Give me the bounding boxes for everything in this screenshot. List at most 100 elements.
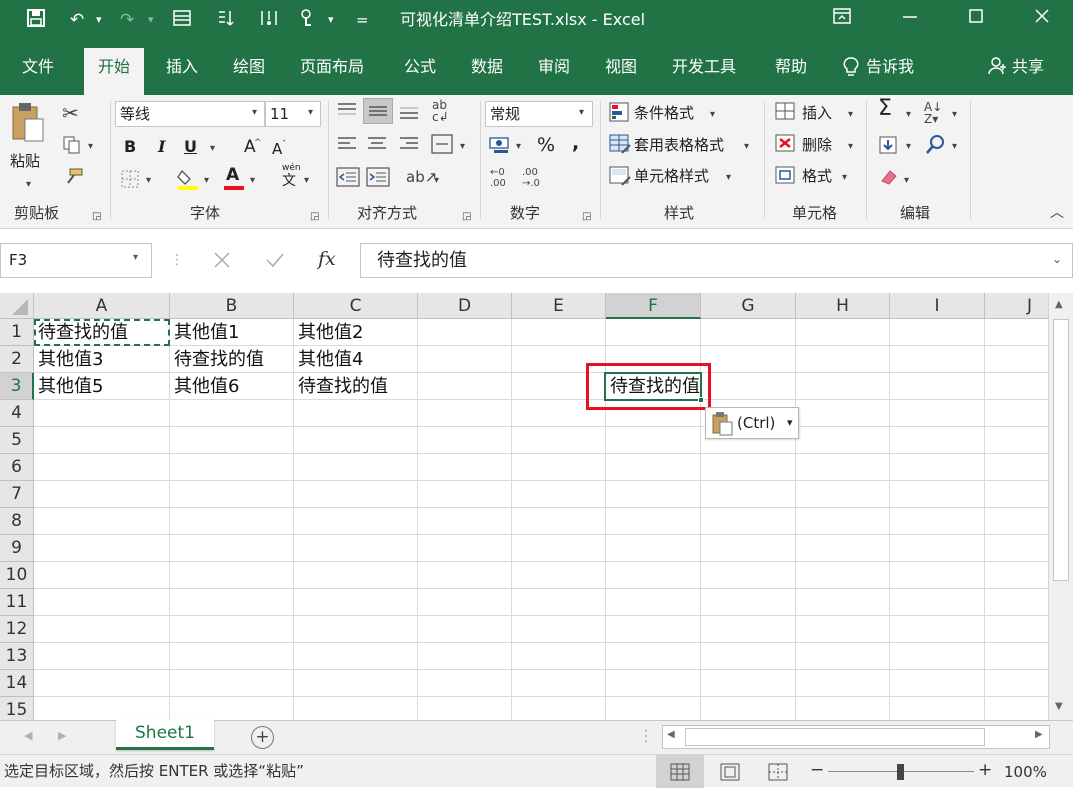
column-header-f[interactable]: F	[606, 293, 701, 319]
align-center-icon[interactable]	[366, 135, 388, 158]
scroll-down-icon[interactable]: ▼	[1055, 701, 1063, 712]
font-size-dropdown-icon[interactable]: ▾	[308, 103, 313, 123]
tab-insert[interactable]: 插入	[166, 56, 198, 78]
delete-dropdown-icon[interactable]: ▾	[848, 137, 853, 157]
cell-c1[interactable]: 其他值2	[294, 320, 363, 346]
align-bottom-icon[interactable]	[398, 103, 420, 126]
align-top-icon[interactable]	[336, 101, 358, 124]
vertical-scroll-thumb[interactable]	[1053, 319, 1069, 581]
align-right-icon[interactable]	[398, 135, 420, 158]
cell-b3[interactable]: 其他值6	[170, 374, 239, 400]
column-header-a[interactable]: A	[34, 293, 170, 319]
increase-decimal-icon[interactable]: ←0.00	[490, 167, 506, 189]
format-cells-icon[interactable]	[774, 165, 798, 192]
customize-qat-icon[interactable]: =	[356, 8, 369, 32]
name-box-dropdown-icon[interactable]: ▾	[133, 252, 138, 263]
page-break-view-icon[interactable]	[768, 763, 788, 785]
share-icon[interactable]	[988, 56, 1006, 82]
tab-help[interactable]: 帮助	[775, 56, 807, 78]
tab-split-grip-icon[interactable]: ⋮	[638, 726, 654, 745]
borders-dropdown-icon[interactable]: ▾	[146, 171, 151, 191]
worksheet-grid[interactable]: A B C D E F G H I J 1 2 3 4 5 6 7 8 9 10…	[0, 293, 1048, 720]
paste-dropdown-icon[interactable]: ▾	[26, 175, 31, 195]
next-sheet-icon[interactable]: ▶	[58, 729, 66, 742]
conditional-formatting-icon[interactable]	[608, 101, 632, 128]
format-dropdown-icon[interactable]: ▾	[842, 168, 847, 188]
format-painter-icon[interactable]	[62, 167, 84, 192]
sort-icon[interactable]	[216, 8, 236, 35]
clipboard-launcher-icon[interactable]: ◲	[92, 207, 101, 227]
shrink-font-button[interactable]: A	[272, 139, 282, 159]
tab-page-layout[interactable]: 页面布局	[300, 56, 364, 78]
zoom-level[interactable]: 100%	[1004, 762, 1047, 782]
autosum-dropdown-icon[interactable]: ▾	[906, 105, 911, 125]
decrease-indent-icon[interactable]	[336, 167, 360, 192]
format-cells-button[interactable]: 格式	[802, 166, 832, 186]
conditional-formatting-button[interactable]: 条件格式	[634, 103, 694, 123]
undo-dropdown-icon[interactable]: ▾	[96, 8, 102, 32]
column-header-g[interactable]: G	[701, 293, 796, 319]
copy-icon[interactable]	[62, 135, 84, 160]
sheet-tab-sheet1[interactable]: Sheet1	[116, 720, 214, 750]
row-header-2[interactable]: 2	[0, 346, 34, 373]
paste-button[interactable]: 粘贴	[10, 151, 40, 171]
select-all-corner[interactable]	[0, 293, 34, 319]
fill-color-dropdown-icon[interactable]: ▾	[204, 171, 209, 191]
bold-button[interactable]: B	[124, 137, 136, 157]
close-icon[interactable]	[1034, 6, 1050, 32]
comma-style-button[interactable]: ,	[572, 133, 579, 153]
tab-developer[interactable]: 开发工具	[672, 56, 736, 78]
zoom-in-button[interactable]: +	[978, 760, 992, 780]
save-icon[interactable]	[26, 8, 46, 35]
row-header-1[interactable]: 1	[0, 319, 34, 346]
align-left-icon[interactable]	[336, 135, 358, 158]
tab-view[interactable]: 视图	[605, 56, 637, 78]
column-header-h[interactable]: H	[796, 293, 890, 319]
wrap-text-icon[interactable]: ab c↲	[432, 99, 449, 123]
expand-formula-bar-icon[interactable]: ⌄	[1052, 252, 1062, 266]
column-header-i[interactable]: I	[890, 293, 985, 319]
column-header-b[interactable]: B	[170, 293, 294, 319]
insert-function-button[interactable]: fx	[318, 246, 336, 272]
form-icon[interactable]	[172, 8, 192, 35]
tell-me-search[interactable]: 告诉我	[866, 56, 914, 78]
row-header-9[interactable]: 9	[0, 535, 34, 562]
minimize-icon[interactable]	[902, 6, 918, 32]
touch-mode-icon[interactable]	[298, 8, 316, 35]
font-color-button[interactable]: A	[226, 165, 239, 185]
column-header-e[interactable]: E	[512, 293, 606, 319]
cell-a2[interactable]: 其他值3	[34, 347, 103, 373]
add-sheet-button[interactable]: +	[251, 726, 274, 749]
fill-dropdown-icon[interactable]: ▾	[906, 137, 911, 157]
font-launcher-icon[interactable]: ◲	[310, 207, 319, 227]
font-color-dropdown-icon[interactable]: ▾	[250, 171, 255, 191]
fill-icon[interactable]	[878, 135, 900, 162]
number-format-select[interactable]: 常规	[485, 101, 593, 127]
zoom-out-button[interactable]: −	[810, 760, 824, 780]
scroll-right-icon[interactable]: ▶	[1035, 729, 1043, 740]
maximize-icon[interactable]	[968, 6, 984, 32]
scroll-left-icon[interactable]: ◀	[667, 729, 675, 740]
cell-b1[interactable]: 其他值1	[170, 320, 239, 346]
format-as-table-button[interactable]: 套用表格格式	[634, 135, 724, 155]
row-header-11[interactable]: 11	[0, 589, 34, 616]
fill-color-icon[interactable]	[176, 167, 200, 196]
find-dropdown-icon[interactable]: ▾	[952, 137, 957, 157]
cell-c3[interactable]: 待查找的值	[294, 374, 388, 400]
orientation-dropdown-icon[interactable]: ▾	[434, 171, 439, 191]
normal-view-button[interactable]	[656, 755, 704, 788]
row-header-6[interactable]: 6	[0, 454, 34, 481]
cell-styles-button[interactable]: 单元格样式	[634, 166, 709, 186]
horizontal-scroll-thumb[interactable]	[685, 728, 985, 746]
clear-dropdown-icon[interactable]: ▾	[904, 171, 909, 191]
row-header-14[interactable]: 14	[0, 670, 34, 697]
format-as-table-icon[interactable]	[608, 133, 632, 160]
font-name-select[interactable]: 等线	[115, 101, 265, 127]
italic-button[interactable]: I	[158, 137, 165, 157]
conditional-dropdown-icon[interactable]: ▾	[710, 105, 715, 125]
cell-styles-dropdown-icon[interactable]: ▾	[726, 168, 731, 188]
share-button[interactable]: 共享	[1012, 56, 1044, 78]
column-header-j[interactable]: J	[985, 293, 1048, 319]
row-header-7[interactable]: 7	[0, 481, 34, 508]
zoom-slider-thumb[interactable]	[897, 764, 904, 780]
